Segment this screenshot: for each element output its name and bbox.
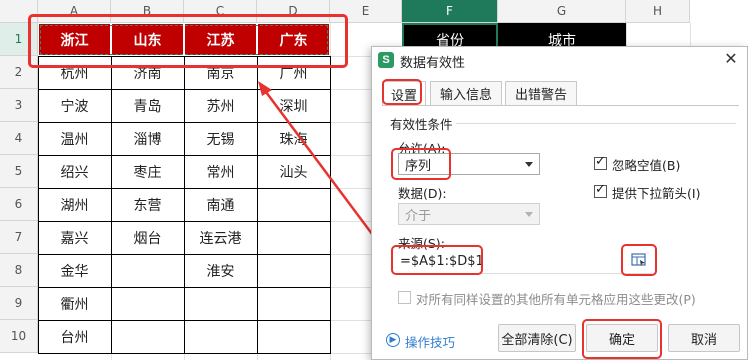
table-cell[interactable]: 衢州 xyxy=(38,287,111,320)
table-cell[interactable] xyxy=(111,287,184,320)
table-cell[interactable]: 宁波 xyxy=(38,89,111,122)
table-cell[interactable]: 台州 xyxy=(38,320,111,353)
table-cell[interactable]: 烟台 xyxy=(111,221,184,254)
apply-all-checkbox[interactable] xyxy=(398,291,411,304)
range-button-highlight xyxy=(621,244,657,276)
table-cell[interactable]: 珠海 xyxy=(257,122,330,155)
section-divider xyxy=(456,123,736,124)
ok-highlight xyxy=(582,319,662,359)
table-border xyxy=(111,56,112,353)
table-border xyxy=(38,254,331,255)
table-cell[interactable]: 青岛 xyxy=(111,89,184,122)
header-row-highlight xyxy=(28,14,348,68)
table-cell[interactable] xyxy=(184,287,257,320)
row-header-3[interactable]: 3 xyxy=(0,89,38,122)
table-border xyxy=(38,89,331,90)
table-border xyxy=(257,56,258,353)
table-cell[interactable] xyxy=(111,254,184,287)
table-cell[interactable]: 深圳 xyxy=(257,89,330,122)
chevron-down-icon xyxy=(525,162,533,167)
app-icon: S xyxy=(378,52,394,68)
table-cell[interactable] xyxy=(257,254,330,287)
ignore-blank-label: 忽略空值(B) xyxy=(612,158,681,173)
table-cell[interactable]: 东营 xyxy=(111,188,184,221)
column-header-h[interactable]: H xyxy=(626,0,690,23)
tab-error-alert-label: 出错警告 xyxy=(514,88,567,103)
table-cell[interactable] xyxy=(257,320,330,353)
table-cell[interactable] xyxy=(184,320,257,353)
dialog-titlebar[interactable]: S 数据有效性 ✕ xyxy=(372,47,747,73)
allow-highlight xyxy=(391,148,451,180)
table-border xyxy=(38,221,331,222)
row-header-7[interactable]: 7 xyxy=(0,221,38,254)
cancel-button[interactable]: 取消 xyxy=(668,324,740,352)
dropdown-arrow-label: 提供下拉箭头(I) xyxy=(612,186,701,201)
section-title: 有效性条件 xyxy=(390,117,453,132)
table-border xyxy=(38,287,331,288)
table-border xyxy=(184,56,185,353)
table-cell[interactable]: 无锡 xyxy=(184,122,257,155)
table-cell[interactable]: 淄博 xyxy=(111,122,184,155)
table-border xyxy=(38,320,331,321)
dialog-title: 数据有效性 xyxy=(400,56,466,71)
table-cell[interactable]: 金华 xyxy=(38,254,111,287)
table-border xyxy=(38,188,331,189)
table-border xyxy=(330,56,331,353)
tips-link[interactable]: 操作技巧 xyxy=(405,332,455,351)
data-validation-dialog: S 数据有效性 ✕ 设置 输入信息 出错警告 有效性条件 允许(A): 序列 数… xyxy=(371,46,748,360)
tab-divider xyxy=(382,105,739,106)
clear-all-button[interactable]: 全部清除(C) xyxy=(498,324,576,352)
table-cell[interactable] xyxy=(111,320,184,353)
dropdown-arrow-checkbox[interactable] xyxy=(594,182,607,198)
table-border xyxy=(38,155,331,156)
table-cell[interactable]: 连云港 xyxy=(184,221,257,254)
data-select[interactable]: 介于 xyxy=(398,203,540,225)
table-cell[interactable]: 常州 xyxy=(184,155,257,188)
column-header-f[interactable]: F xyxy=(402,0,498,23)
data-select-value: 介于 xyxy=(405,208,432,224)
row-header-10[interactable]: 10 xyxy=(0,320,38,353)
row-header-8[interactable]: 8 xyxy=(0,254,38,287)
close-icon[interactable]: ✕ xyxy=(721,49,741,68)
tab-input-message[interactable]: 输入信息 xyxy=(430,81,502,105)
table-cell[interactable]: 淮安 xyxy=(184,254,257,287)
table-cell[interactable]: 温州 xyxy=(38,122,111,155)
table-border xyxy=(38,122,331,123)
chevron-down-icon xyxy=(525,212,533,217)
table-cell[interactable]: 枣庄 xyxy=(111,155,184,188)
settings-tab-highlight xyxy=(382,79,422,105)
table-cell[interactable]: 绍兴 xyxy=(38,155,111,188)
row-header-6[interactable]: 6 xyxy=(0,188,38,221)
table-cell[interactable]: 南通 xyxy=(184,188,257,221)
table-cell[interactable] xyxy=(257,221,330,254)
table-cell[interactable]: 汕头 xyxy=(257,155,330,188)
row-header-4[interactable]: 4 xyxy=(0,122,38,155)
data-label: 数据(D): xyxy=(398,186,447,201)
ignore-blank-checkbox[interactable] xyxy=(594,154,607,170)
table-cell[interactable]: 苏州 xyxy=(184,89,257,122)
play-icon: ▶ xyxy=(386,333,400,347)
table-cell[interactable] xyxy=(257,287,330,320)
source-highlight xyxy=(391,245,483,275)
tab-error-alert[interactable]: 出错警告 xyxy=(505,81,577,105)
apply-all-label: 对所有同样设置的其他所有单元格应用这些更改(P) xyxy=(416,292,696,307)
table-border xyxy=(38,56,39,353)
table-cell[interactable]: 嘉兴 xyxy=(38,221,111,254)
table-cell[interactable]: 湖州 xyxy=(38,188,111,221)
column-header-g[interactable]: G xyxy=(498,0,626,23)
tab-input-message-label: 输入信息 xyxy=(439,88,492,103)
row-header-9[interactable]: 9 xyxy=(0,287,38,320)
table-border xyxy=(38,353,331,354)
table-cell[interactable] xyxy=(257,188,330,221)
row-header-5[interactable]: 5 xyxy=(0,155,38,188)
